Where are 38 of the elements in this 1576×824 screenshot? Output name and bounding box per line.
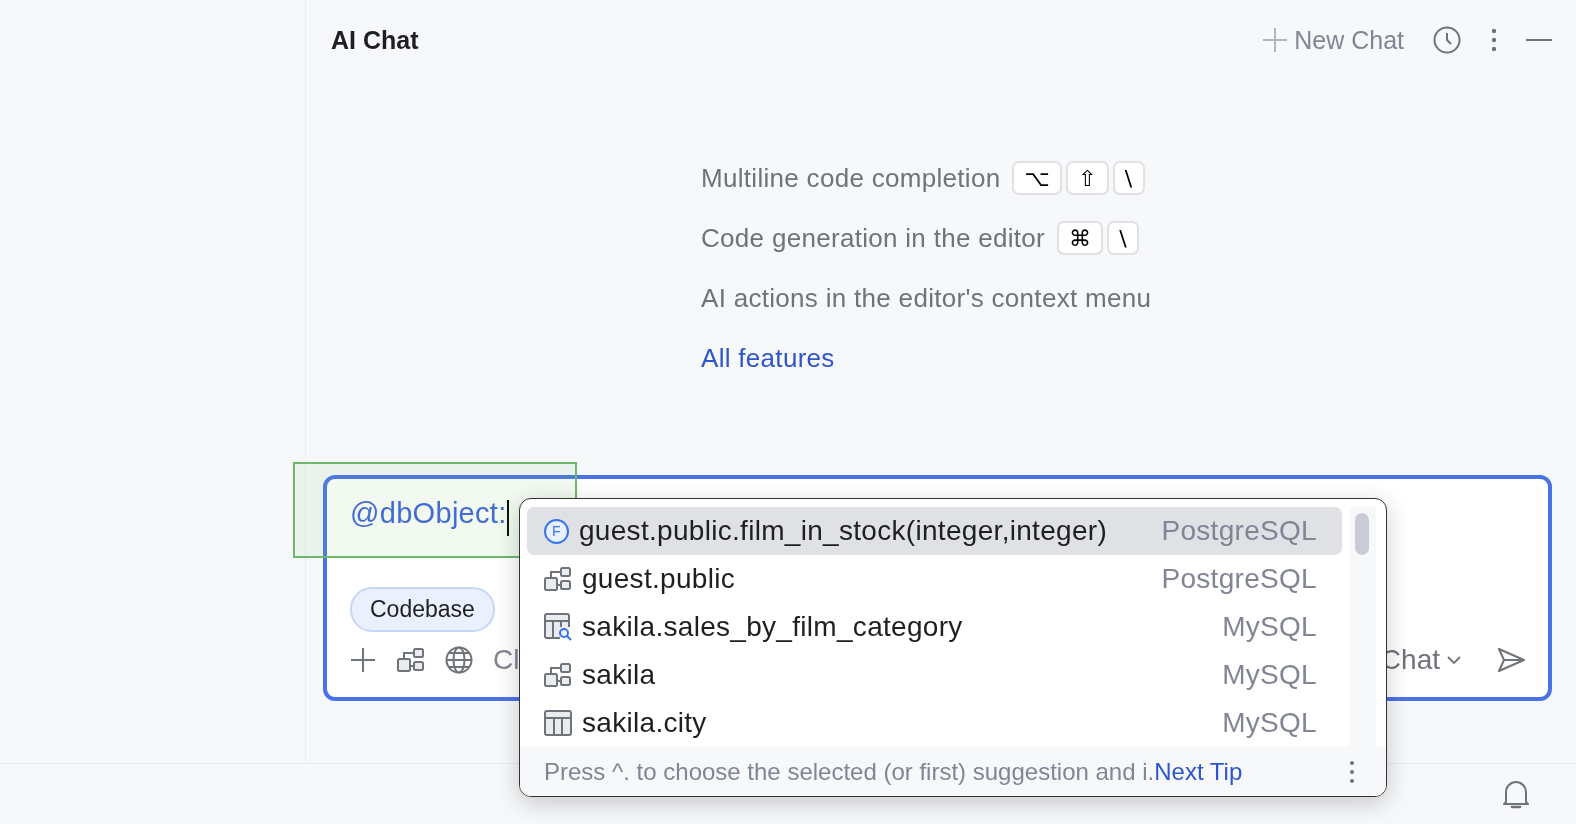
schema-icon	[544, 662, 572, 688]
plus-icon[interactable]	[349, 646, 377, 674]
more-options-icon[interactable]	[1490, 27, 1498, 53]
plus-icon	[1262, 27, 1289, 53]
shortcut-key: ⇧	[1066, 161, 1109, 195]
next-tip-link[interactable]: Next Tip	[1154, 757, 1243, 786]
globe-icon[interactable]	[445, 646, 473, 674]
suggestion-item[interactable]: sakila.sales_by_film_category MySQL	[527, 603, 1342, 651]
suggestion-item[interactable]: sakila MySQL	[527, 651, 1342, 699]
model-label[interactable]: Cl	[493, 644, 520, 676]
table-icon	[544, 710, 572, 736]
tip-text: Multiline code completion	[701, 162, 1001, 194]
shortcut-key: \	[1112, 161, 1145, 195]
history-icon[interactable]	[1432, 25, 1462, 55]
suggestion-item[interactable]: F guest.public.film_in_stock(integer,integer) PostgreSQL	[527, 507, 1342, 555]
panel-title: AI Chat	[331, 25, 419, 55]
text-cursor	[507, 500, 509, 536]
hint-text: Press ^. to choose the selected (or first) suggestion and i.	[544, 757, 1155, 786]
tip-text: AI actions in the editor's context menu	[701, 282, 1152, 314]
suggestion-item[interactable]: guest.public PostgreSQL	[527, 555, 1342, 603]
shortcut-key: \	[1107, 221, 1140, 255]
scrollbar[interactable]	[1350, 507, 1376, 747]
shortcut-key: ⌥	[1012, 161, 1063, 195]
schema-icon	[544, 566, 572, 592]
notifications-icon[interactable]	[1501, 778, 1531, 810]
chevron-down-icon	[1446, 655, 1462, 665]
suggestion-item[interactable]: sakila.city MySQL	[527, 699, 1342, 747]
schema-icon[interactable]	[397, 647, 425, 673]
input-text: @dbObject:	[350, 497, 507, 531]
shortcut-key: ⌘	[1057, 221, 1104, 255]
view-icon	[544, 613, 572, 641]
all-features-link[interactable]: All features	[701, 342, 835, 374]
minimize-icon[interactable]	[1526, 38, 1552, 42]
more-options-icon[interactable]	[1348, 758, 1356, 785]
context-chip[interactable]: Codebase	[350, 587, 495, 632]
function-icon: F	[544, 518, 569, 544]
tip-text: Code generation in the editor	[701, 222, 1046, 254]
send-icon[interactable]	[1496, 646, 1526, 674]
